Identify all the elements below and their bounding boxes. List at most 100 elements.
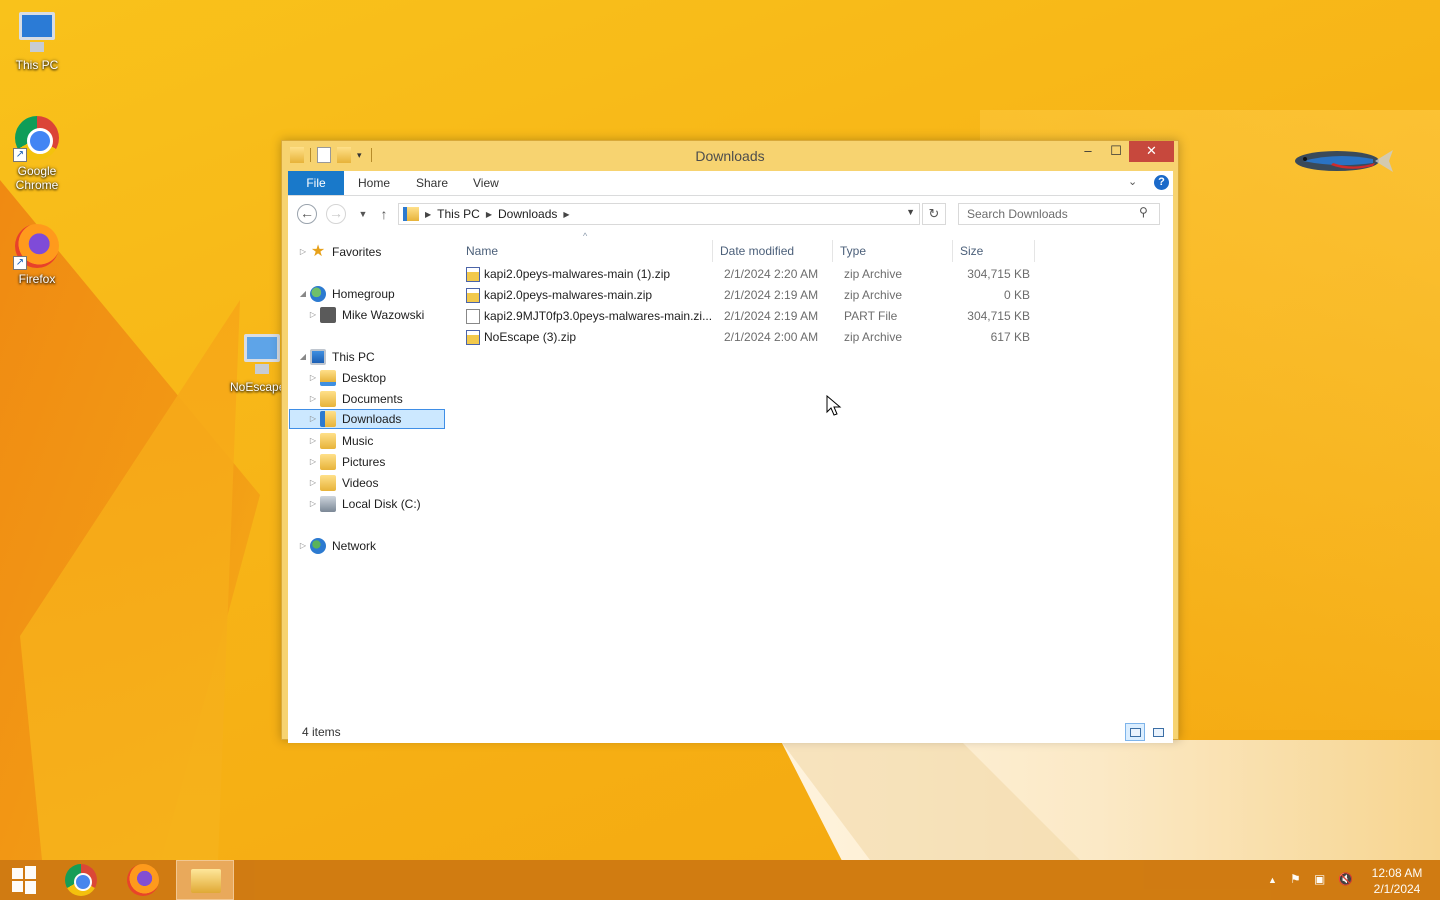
tree-item-favorites[interactable]: ▷ ★ Favorites — [298, 242, 381, 262]
breadcrumb-downloads[interactable]: Downloads — [498, 207, 557, 221]
desktop-icon-this-pc[interactable]: This PC — [0, 8, 74, 72]
help-icon[interactable]: ? — [1154, 175, 1169, 190]
column-divider[interactable] — [712, 240, 713, 262]
tab-file[interactable]: File — [288, 171, 344, 195]
desktop-icon-google-chrome[interactable]: ↗ Google Chrome — [0, 114, 74, 192]
up-button[interactable]: ↑ — [373, 204, 395, 224]
breadcrumb-this-pc[interactable]: This PC — [437, 207, 480, 221]
desktop-icon-label: This PC — [15, 58, 59, 72]
shortcut-arrow-icon: ↗ — [13, 256, 27, 270]
tree-item-videos[interactable]: ▷ Videos — [308, 473, 378, 493]
desktop-icon-firefox[interactable]: ↗ Firefox — [0, 222, 74, 286]
downloads-folder-icon — [403, 207, 419, 221]
clock[interactable]: 12:08 AM 2/1/2024 — [1368, 865, 1426, 897]
tab-view[interactable]: View — [459, 171, 513, 195]
expand-icon[interactable]: ▷ — [308, 368, 318, 388]
taskbar-firefox[interactable] — [114, 860, 172, 900]
downloads-folder-icon — [320, 411, 336, 427]
address-bar[interactable]: ▶ This PC ▶ Downloads ▶ ▼ — [398, 203, 920, 225]
column-divider[interactable] — [1034, 240, 1035, 262]
tree-item-music[interactable]: ▷ Music — [308, 431, 373, 451]
fish-icon — [1295, 150, 1393, 172]
expand-icon[interactable]: ▷ — [308, 494, 318, 514]
column-divider[interactable] — [832, 240, 833, 262]
details-view-button[interactable] — [1125, 723, 1145, 741]
file-row[interactable]: NoEscape (3).zip 2/1/2024 2:00 AM zip Ar… — [458, 327, 1030, 348]
file-row[interactable]: kapi2.0peys-malwares-main (1).zip 2/1/20… — [458, 264, 1030, 285]
tree-item-network[interactable]: ▷ Network — [298, 536, 376, 556]
ribbon-tabs: File Home Share View ⌄ ? — [288, 171, 1173, 196]
tab-share[interactable]: Share — [402, 171, 462, 195]
expand-icon[interactable]: ▷ — [308, 389, 318, 409]
network-tray-icon[interactable]: ▣ — [1314, 872, 1325, 886]
recent-locations-icon[interactable]: ▼ — [352, 204, 374, 224]
noescape-program-icon — [238, 330, 286, 378]
zip-file-icon — [466, 330, 480, 345]
show-hidden-icons-icon[interactable]: ▲ — [1268, 875, 1277, 885]
breadcrumb-chevron-icon[interactable]: ▶ — [563, 210, 569, 219]
tree-item-label: Favorites — [332, 245, 382, 259]
file-type: zip Archive — [844, 330, 903, 344]
tree-item-homegroup[interactable]: ◢ Homegroup — [298, 284, 395, 304]
column-divider[interactable] — [952, 240, 953, 262]
volume-muted-icon[interactable]: 🔇 — [1338, 872, 1353, 886]
disk-icon — [320, 496, 336, 512]
column-header-size[interactable]: Size — [960, 240, 983, 262]
file-size: 304,715 KB — [967, 309, 1030, 323]
tree-item-pictures[interactable]: ▷ Pictures — [308, 452, 385, 472]
tree-item-downloads[interactable]: ▷ Downloads — [289, 409, 445, 429]
forward-button[interactable]: → — [326, 204, 346, 224]
action-center-flag-icon[interactable]: ⚑ — [1290, 872, 1301, 886]
item-count: 4 items — [302, 725, 341, 739]
file-row[interactable]: kapi2.9MJT0fp3.0peys-malwares-main.zi...… — [458, 306, 1030, 327]
status-bar: 4 items — [288, 721, 1173, 743]
tree-item-label: Mike Wazowski — [342, 308, 425, 322]
refresh-button[interactable]: ↻ — [922, 203, 946, 225]
mouse-cursor-icon — [826, 395, 842, 416]
taskbar-chrome[interactable] — [52, 860, 110, 900]
expand-icon[interactable]: ▷ — [308, 473, 318, 493]
start-button[interactable] — [0, 860, 50, 900]
window-title: Downloads — [695, 148, 765, 164]
tree-item-local-disk[interactable]: ▷ Local Disk (C:) — [308, 494, 421, 514]
computer-icon — [13, 8, 61, 56]
explorer-window[interactable]: ▾ Downloads – ☐ ✕ File Home Share View ⌄… — [281, 140, 1179, 743]
column-header-type[interactable]: Type — [840, 240, 866, 262]
windows-logo-icon — [12, 868, 23, 879]
firefox-icon — [127, 864, 159, 896]
tree-item-desktop[interactable]: ▷ Desktop — [308, 368, 386, 388]
expand-icon[interactable]: ▷ — [308, 305, 318, 325]
breadcrumb-chevron-icon[interactable]: ▶ — [486, 210, 492, 219]
column-header-name[interactable]: Name — [458, 240, 708, 262]
expand-icon[interactable]: ▷ — [308, 431, 318, 451]
back-button[interactable]: ← — [297, 204, 317, 224]
collapse-icon[interactable]: ◢ — [298, 284, 308, 304]
taskbar-file-explorer[interactable] — [176, 860, 234, 900]
expand-ribbon-icon[interactable]: ⌄ — [1128, 175, 1137, 188]
expand-icon[interactable]: ▷ — [308, 452, 318, 472]
maximize-button[interactable]: ☐ — [1102, 141, 1130, 162]
search-input[interactable]: Search Downloads — [958, 203, 1160, 225]
close-button[interactable]: ✕ — [1129, 141, 1174, 162]
homegroup-icon — [310, 286, 326, 302]
file-row[interactable]: kapi2.0peys-malwares-main.zip 2/1/2024 2… — [458, 285, 1030, 306]
minimize-button[interactable]: – — [1074, 141, 1102, 162]
tree-item-this-pc[interactable]: ◢ This PC — [298, 347, 375, 367]
large-icons-view-button[interactable] — [1148, 723, 1168, 741]
tree-item-documents[interactable]: ▷ Documents — [308, 389, 403, 409]
tree-item-mike-wazowski[interactable]: ▷ Mike Wazowski — [308, 305, 424, 325]
tree-item-label: Local Disk (C:) — [342, 497, 421, 511]
column-header-date[interactable]: Date modified — [720, 240, 794, 262]
title-bar[interactable]: ▾ Downloads – ☐ ✕ — [282, 141, 1178, 171]
tree-item-label: Desktop — [342, 371, 387, 385]
expand-icon[interactable]: ▷ — [308, 409, 318, 429]
expand-icon[interactable]: ▷ — [298, 242, 308, 262]
search-icon[interactable]: ⚲ — [1139, 205, 1148, 219]
address-dropdown-icon[interactable]: ▼ — [906, 207, 915, 217]
expand-icon[interactable]: ▷ — [298, 536, 308, 556]
tab-home[interactable]: Home — [344, 171, 404, 195]
shortcut-arrow-icon: ↗ — [13, 148, 27, 162]
file-size: 304,715 KB — [967, 267, 1030, 281]
collapse-icon[interactable]: ◢ — [298, 347, 308, 367]
file-type: PART File — [844, 309, 898, 323]
